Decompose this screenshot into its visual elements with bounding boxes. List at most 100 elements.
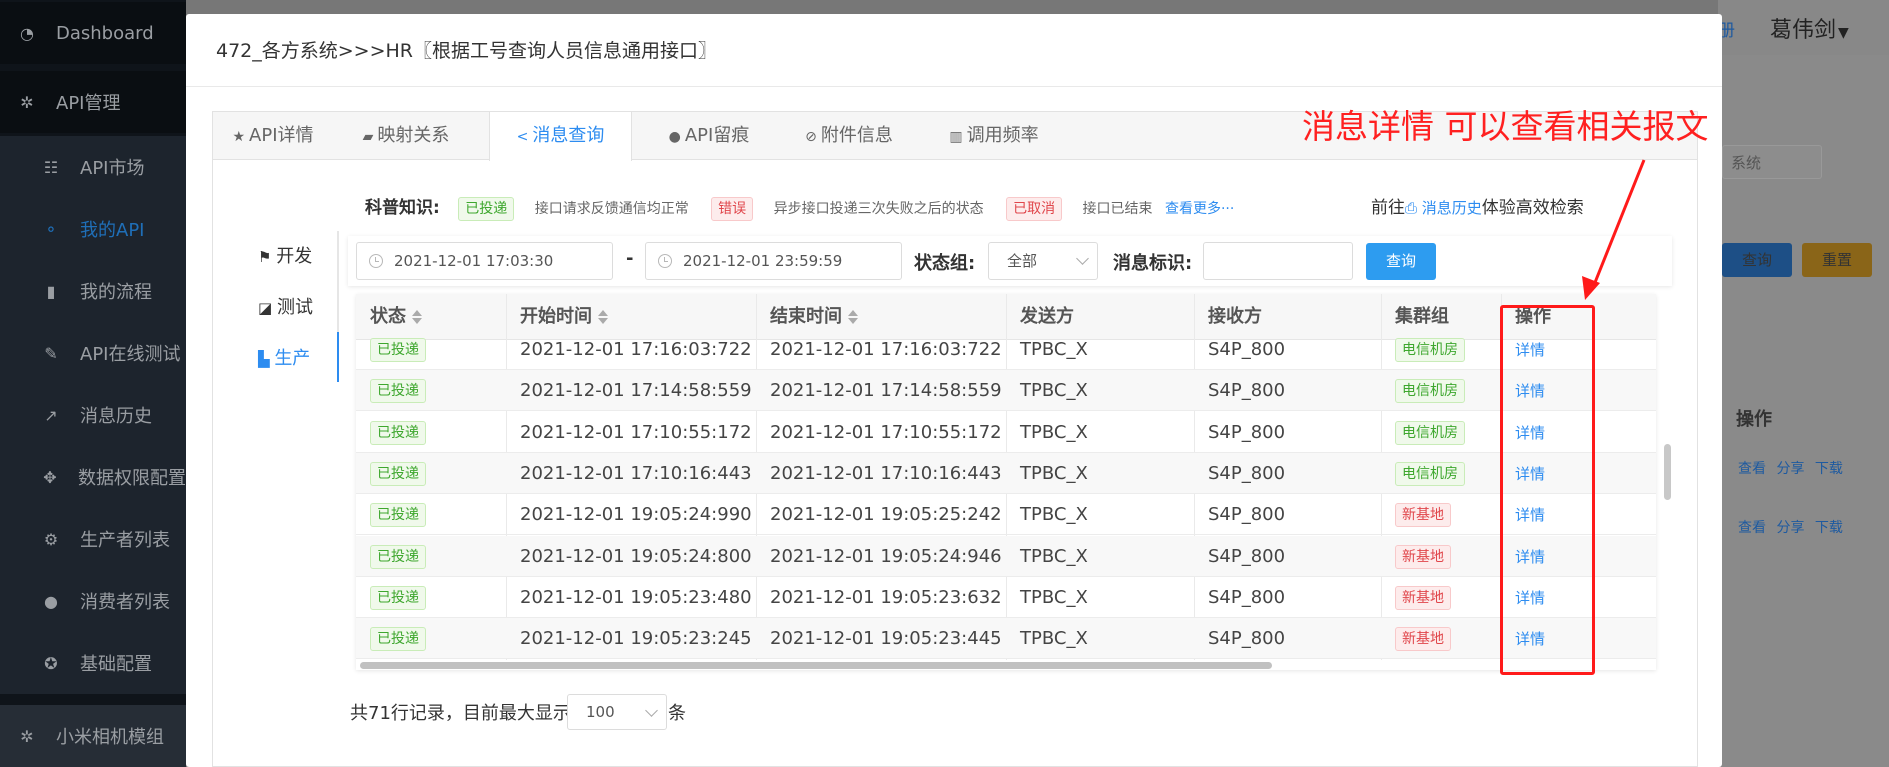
gear-icon: ✪ (44, 653, 58, 673)
tab-label: 映射关系 (377, 125, 450, 146)
query-button[interactable]: 查询 (1366, 243, 1436, 280)
records-summary: 共71行记录，目前最大显示 (350, 703, 571, 724)
see-more-link[interactable]: 查看更多··· (1165, 201, 1234, 217)
receiver: S4P_800 (1208, 380, 1286, 402)
background-row-links: 查看 分享 下载 (1738, 517, 1843, 537)
user-menu[interactable]: 葛伟剑 ▼ (1770, 12, 1849, 44)
sidebar-item-label: 基础配置 (80, 654, 152, 675)
cluster-badge-cell: 电信机房 (1381, 453, 1465, 494)
cluster-badge-cell: 新基地 (1381, 577, 1451, 618)
view-link[interactable]: 查看 (1738, 520, 1766, 536)
receiver: S4P_800 (1208, 586, 1286, 608)
divider (186, 86, 1722, 87)
sidebar-api-manage[interactable]: ✲ API管理 (0, 71, 186, 133)
sidebar-item-base-config[interactable]: ✪ 基础配置 (0, 632, 186, 694)
end-time-cell: 2021-12-01 19:05:24:946 (756, 536, 1002, 577)
start-time-cell: 2021-12-01 19:05:23:245 (506, 618, 752, 659)
status-badge: 已投递 (370, 461, 426, 486)
sidebar-bottom-label: 小米相机模组 (56, 727, 164, 748)
share-link[interactable]: 分享 (1776, 461, 1804, 477)
sort-icon[interactable] (848, 309, 858, 325)
scroll-thumb[interactable] (360, 662, 1272, 669)
share-link[interactable]: 分享 (1776, 520, 1804, 536)
start-time-input[interactable]: 2021-12-01 17:03:30 (356, 242, 613, 280)
sender: TPBC_X (1020, 504, 1088, 526)
sidebar-item-my-flow[interactable]: ▮ 我的流程 (0, 260, 186, 322)
end-time-input[interactable]: 2021-12-01 23:59:59 (645, 242, 902, 280)
status-badge-cell: 已投递 (356, 536, 426, 577)
start-time: 2021-12-01 17:14:58:559 (520, 380, 752, 402)
cluster-badge-cell: 新基地 (1381, 536, 1451, 577)
msg-id-input[interactable] (1203, 242, 1353, 280)
sidebar-item-api-test[interactable]: ✎ API在线测试 (0, 322, 186, 384)
env-dev[interactable]: ⚑ 开发 (258, 242, 312, 268)
status-badge-cell: 已投递 (356, 618, 426, 659)
tab-msg-query[interactable]: < 消息查询 (489, 112, 632, 161)
sender: TPBC_X (1020, 586, 1088, 608)
page-size-select[interactable]: 100 (567, 694, 667, 730)
tab-frequency[interactable]: ▥ 调用频率 (929, 112, 1059, 160)
env-test[interactable]: ◪ 测试 (258, 293, 313, 319)
status-group-select[interactable]: 全部 (988, 242, 1098, 280)
table-row: 已投递 2021-12-01 19:05:23:480 2021-12-01 19:… (356, 577, 1656, 618)
end-time-cell: 2021-12-01 17:10:55:172 (756, 412, 1002, 453)
background-query-button[interactable]: 查询 (1722, 243, 1792, 277)
status-badge-cell: 已投递 (356, 329, 426, 370)
cluster-badge-cell: 新基地 (1381, 494, 1451, 535)
receiver-cell: S4P_800 (1194, 618, 1285, 659)
receiver-cell: S4P_800 (1194, 329, 1285, 370)
view-link[interactable]: 查看 (1738, 461, 1766, 477)
receiver: S4P_800 (1208, 462, 1286, 484)
background-op-header: 操作 (1736, 409, 1772, 430)
horizontal-scrollbar[interactable] (356, 660, 1656, 670)
camera-icon: ⎙ (1405, 199, 1422, 217)
sort-icon[interactable] (412, 309, 422, 325)
start-time-cell: 2021-12-01 19:05:23:480 (506, 577, 752, 618)
end-time-cell: 2021-12-01 17:10:16:443 (756, 453, 1002, 494)
cluster-badge-cell: 电信机房 (1381, 329, 1465, 370)
tab-api-detail[interactable]: ★ API详情 (213, 112, 333, 160)
tab-label: 调用频率 (966, 125, 1039, 146)
sender-cell: TPBC_X (1006, 618, 1088, 659)
start-time-value: 2021-12-01 17:03:30 (394, 252, 554, 270)
tab-mapping[interactable]: ▰ 映射关系 (341, 112, 471, 160)
env-prod[interactable]: ▙ 生产 (258, 344, 310, 370)
start-time: 2021-12-01 17:16:03:722 (520, 339, 752, 360)
sidebar-item-label: 消息历史 (80, 406, 152, 427)
sidebar-item-api-market[interactable]: ☷ API市场 (0, 136, 186, 198)
download-link[interactable]: 下载 (1815, 461, 1843, 477)
sidebar-item-label: 我的API (80, 220, 145, 241)
tab-label: API留痕 (684, 125, 750, 146)
page-size-unit: 条 (668, 703, 686, 724)
goto-suffix: 体验高效检索 (1481, 198, 1584, 218)
end-time: 2021-12-01 17:10:55:172 (770, 421, 1002, 443)
msg-history-link[interactable]: 消息历史 (1422, 199, 1482, 217)
sidebar: ◔ Dashboard ✲ API管理 ☷ API市场 ⚬ 我的API ▮ 我的… (0, 0, 186, 767)
tab-api-trace[interactable]: ● API留痕 (649, 112, 769, 160)
background-search-input[interactable]: 系统 (1722, 145, 1822, 179)
status-badge: 已投递 (370, 544, 426, 569)
sidebar-item-consumers[interactable]: ● 消费者列表 (0, 570, 186, 632)
sidebar-item-producers[interactable]: ⚙ 生产者列表 (0, 508, 186, 570)
status-badge: 已投递 (370, 338, 426, 362)
status-badge: 已投递 (370, 627, 426, 652)
receiver-cell: S4P_800 (1194, 494, 1285, 535)
end-time: 2021-12-01 17:10:16:443 (770, 462, 1002, 484)
message-table: 状态 开始时间 结束时间 发送方 接收方 集群组 操作 已投递 2021-12-0… (356, 294, 1656, 670)
sidebar-item-msg-history[interactable]: ↗ 消息历史 (0, 384, 186, 446)
sidebar-item-my-api[interactable]: ⚬ 我的API (0, 198, 186, 260)
sender: TPBC_X (1020, 628, 1088, 650)
tab-attachments[interactable]: ⊘ 附件信息 (787, 112, 911, 160)
status-tag-cancelled: 已取消 (1006, 197, 1063, 221)
sort-icon[interactable] (598, 309, 608, 325)
background-reset-button[interactable]: 重置 (1802, 243, 1872, 277)
sidebar-item-data-perm[interactable]: ✥ 数据权限配置 (0, 446, 186, 508)
vertical-scrollbar[interactable] (1664, 444, 1671, 500)
move-icon: ✥ (43, 467, 57, 487)
download-link[interactable]: 下载 (1815, 520, 1843, 536)
table-row: 已投递 2021-12-01 19:05:23:245 2021-12-01 19:… (356, 618, 1656, 660)
sidebar-dashboard[interactable]: ◔ Dashboard (0, 2, 186, 64)
sidebar-dashboard-label: Dashboard (56, 22, 154, 44)
sidebar-bottom-item[interactable]: ✲ 小米相机模组 (0, 705, 186, 767)
status-tag-error: 错误 (711, 197, 754, 221)
